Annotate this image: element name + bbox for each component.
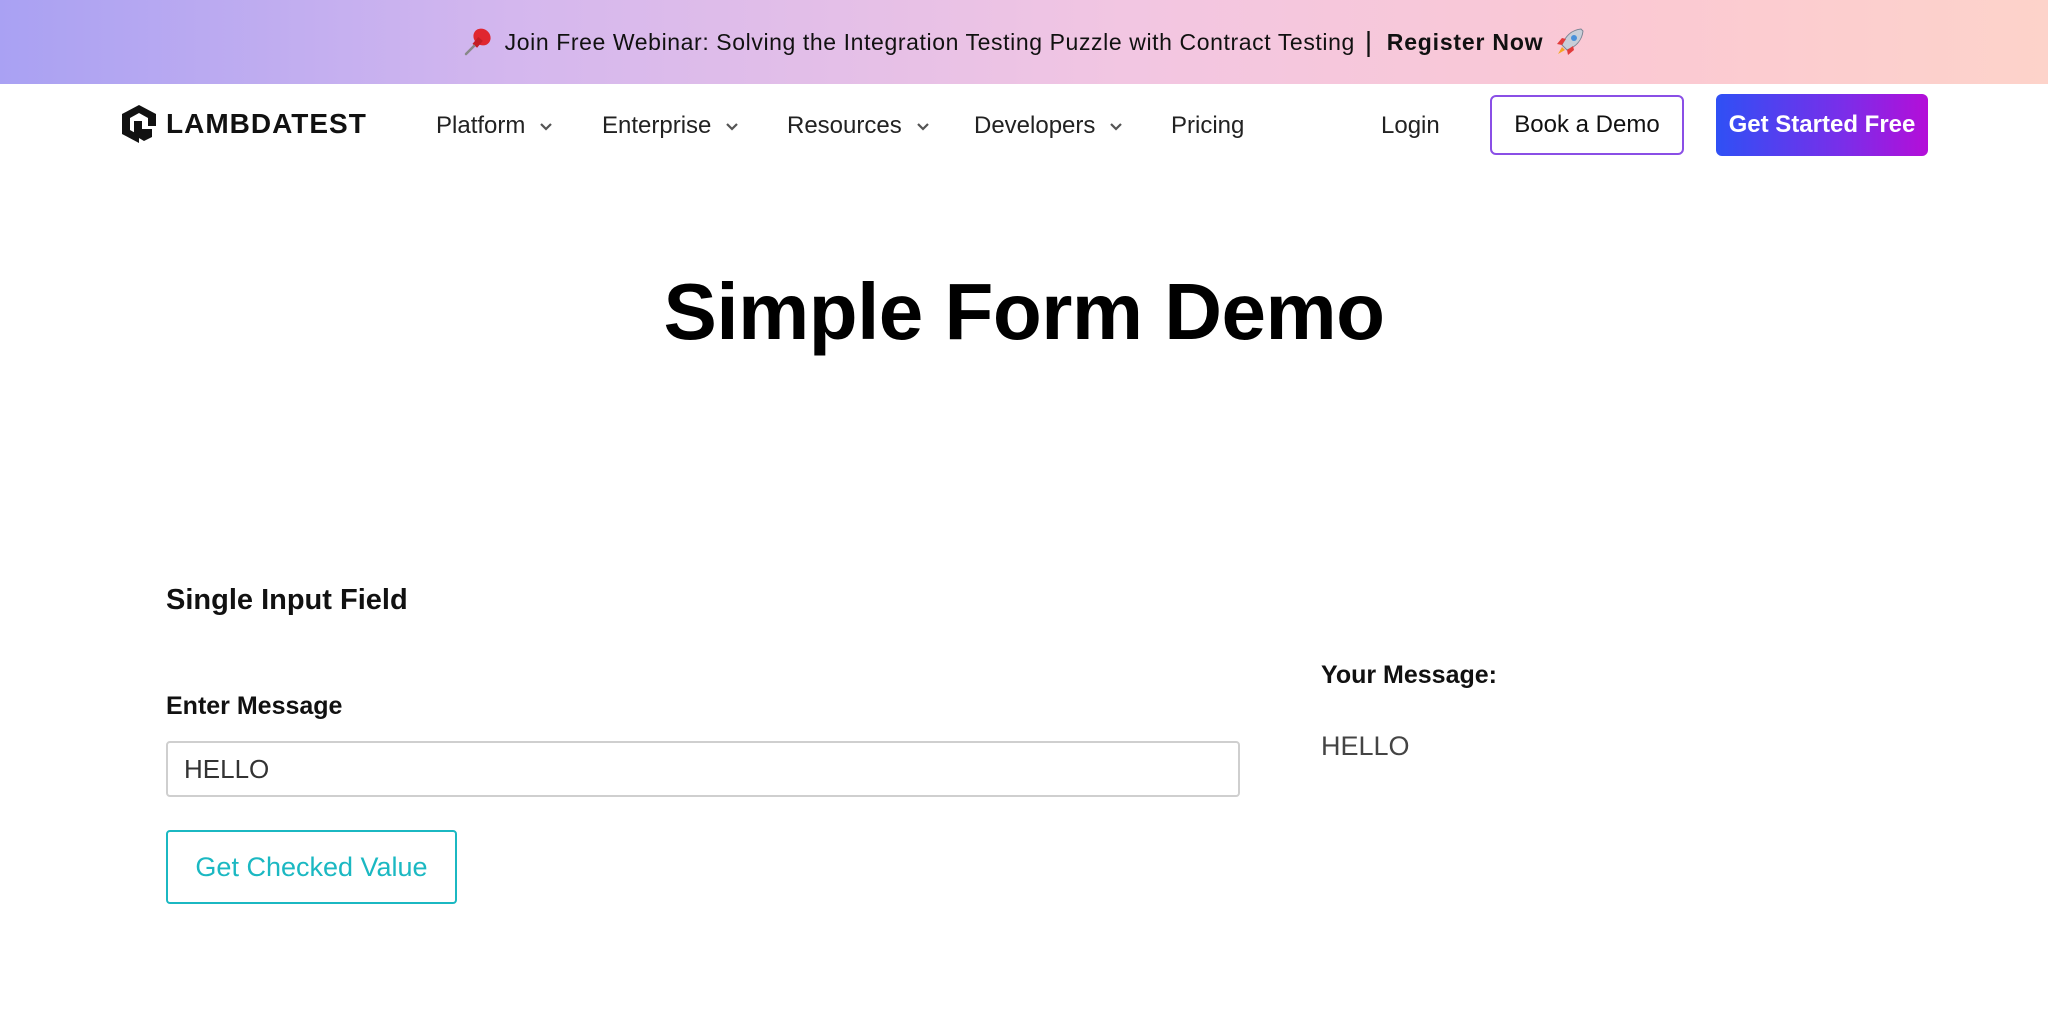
page-title: Simple Form Demo (663, 267, 1385, 356)
nav-item-pricing[interactable]: Pricing (1171, 112, 1244, 140)
book-demo-button[interactable]: Book a Demo (1490, 95, 1684, 155)
rocket-icon (1553, 25, 1587, 59)
nav-item-label: Platform (436, 112, 526, 139)
nav-item-enterprise[interactable]: Enterprise (602, 112, 739, 140)
nav-item-label: Developers (974, 112, 1096, 139)
enter-message-label: Enter Message (166, 692, 343, 720)
banner-text: Join Free Webinar: Solving the Integrati… (504, 28, 1355, 55)
nav-item-developers[interactable]: Developers (974, 112, 1123, 140)
nav-item-label: Enterprise (602, 112, 712, 139)
message-input[interactable] (166, 741, 1240, 797)
your-message-value: HELLO (1321, 731, 1410, 761)
chevron-down-icon (1110, 123, 1123, 131)
register-now-link[interactable]: Register Now (1387, 29, 1544, 56)
nav-item-label: Pricing (1171, 112, 1245, 139)
chevron-down-icon (540, 123, 553, 131)
login-label: Login (1381, 112, 1440, 139)
get-started-free-button[interactable]: Get Started Free (1716, 94, 1928, 156)
your-message-label: Your Message: (1321, 661, 1497, 689)
banner-separator: | (1364, 26, 1373, 57)
nav-item-resources[interactable]: Resources (787, 112, 930, 140)
top-navigation: LAMBDATEST Platform Enterprise Resources… (0, 84, 2048, 168)
nav-item-platform[interactable]: Platform (436, 112, 553, 140)
chevron-down-icon (916, 123, 929, 131)
logo-mark-icon (122, 105, 156, 143)
logo-text: LAMBDATEST (166, 108, 367, 139)
lambdatest-logo[interactable]: LAMBDATEST (118, 102, 367, 146)
section-title: Single Input Field (166, 584, 408, 616)
pushpin-icon (461, 25, 495, 59)
chevron-down-icon (726, 123, 739, 131)
login-link[interactable]: Login (1381, 112, 1440, 140)
get-checked-value-button[interactable]: Get Checked Value (166, 830, 457, 904)
announcement-banner[interactable]: Join Free Webinar: Solving the Integrati… (0, 0, 2048, 84)
nav-item-label: Resources (787, 112, 902, 139)
